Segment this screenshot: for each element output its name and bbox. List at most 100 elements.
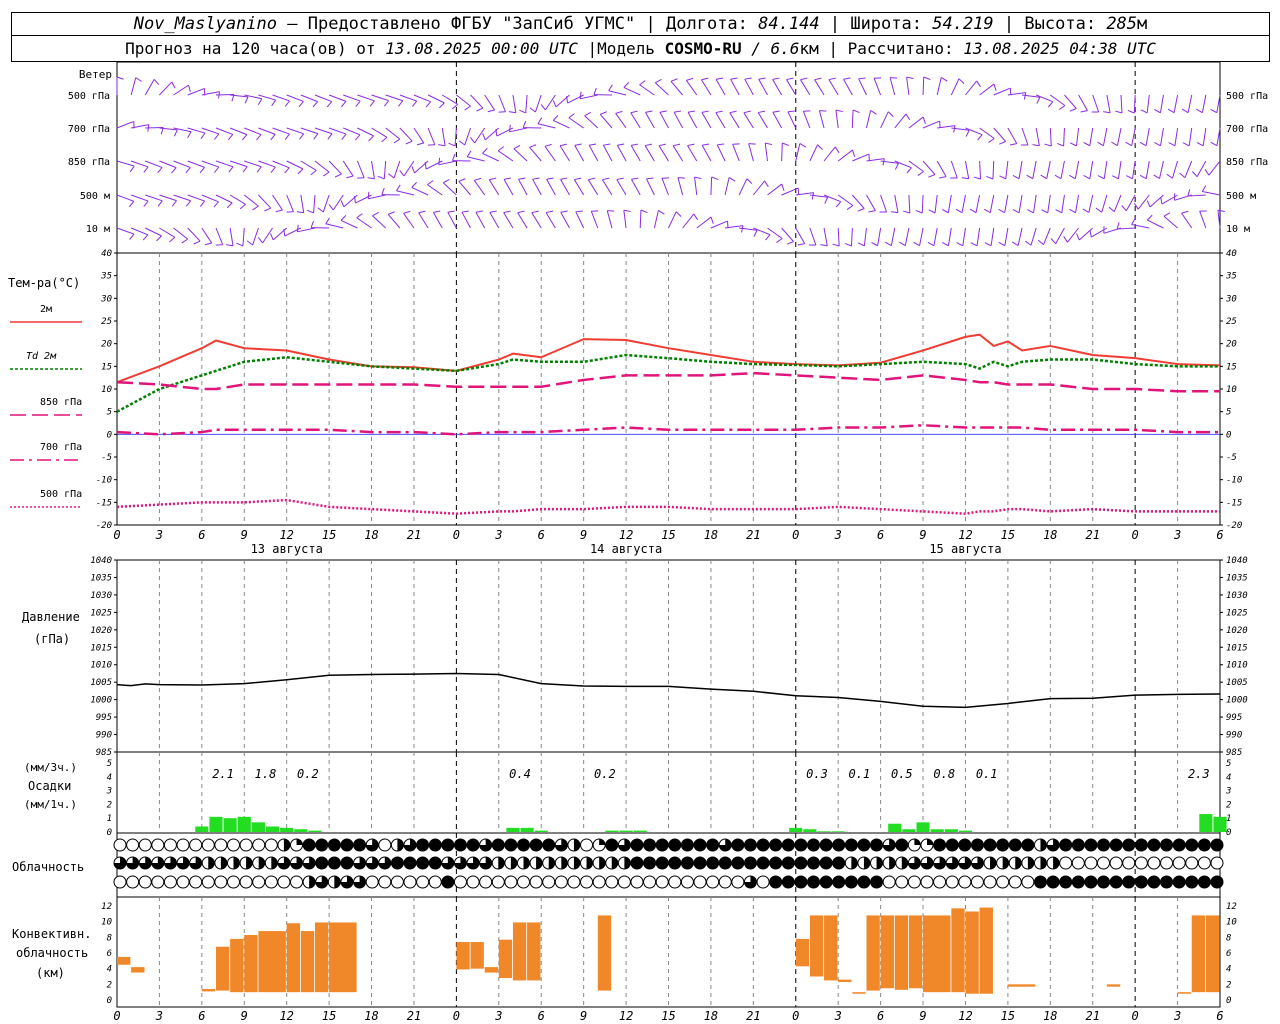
wind-barb-flag — [252, 205, 259, 211]
wind-barb-flag — [764, 180, 769, 188]
wind-barb-flag — [326, 101, 333, 108]
cloud-circle — [1021, 875, 1035, 889]
wind-barb — [701, 145, 712, 162]
x-tick-label: 15 — [661, 528, 675, 542]
wind-barb — [372, 215, 387, 229]
wind-barb — [630, 145, 641, 162]
cloud-symbol — [1021, 856, 1035, 870]
wind-barb — [590, 211, 599, 229]
conv-bar — [908, 915, 923, 989]
x-tick-label-bottom: 21 — [746, 1009, 760, 1023]
precip-bar — [534, 830, 548, 832]
cloud-symbol — [996, 875, 1010, 889]
cloud-symbol — [630, 838, 644, 852]
cloud-circle — [1097, 856, 1111, 870]
wind-barb-flag — [552, 100, 557, 108]
conv-ytick-right: 0 — [1226, 996, 1231, 1006]
cloud-symbol — [643, 875, 657, 889]
cloud-fill — [523, 857, 530, 869]
wind-barb-flag — [1112, 175, 1119, 180]
cloud-symbol — [302, 856, 316, 870]
pressure-ytick: 1005 — [90, 678, 112, 688]
wind-barb-flag — [928, 174, 936, 178]
cloud-symbol — [226, 875, 240, 889]
wind-barb — [1043, 227, 1051, 245]
cloud-symbol — [189, 838, 203, 852]
wind-barb-flag — [871, 241, 878, 247]
wind-barb-flag — [416, 142, 424, 146]
precip-bar — [195, 826, 209, 832]
cloud-fill — [820, 857, 833, 869]
cloud-circle — [617, 875, 631, 889]
wind-barb — [670, 80, 684, 96]
wind-barb-flag — [546, 177, 554, 180]
precip-total-label: 0.3 — [806, 767, 828, 781]
pressure-ytick: 1040 — [90, 556, 112, 566]
wind-barb — [716, 144, 726, 162]
wind-barb-flag — [384, 100, 390, 107]
cloud-circle — [945, 875, 959, 889]
wind-barb — [475, 212, 486, 229]
cloud-fill — [794, 857, 807, 869]
wind-barb-flag — [1179, 172, 1186, 179]
cloud-symbol — [1210, 875, 1224, 889]
wind-barb-flag — [1012, 174, 1020, 180]
cloud-fill — [807, 876, 820, 888]
wind-barb-flag — [340, 215, 347, 221]
wind-barb — [645, 112, 655, 129]
precip-total-label: 0.2 — [594, 767, 616, 781]
cloud-fill — [611, 857, 618, 869]
cloud-fill — [889, 857, 896, 869]
wind-barb — [518, 178, 528, 196]
cloud-fill — [1027, 857, 1034, 869]
cloud-symbol — [781, 875, 795, 889]
cloud-fill — [656, 839, 669, 851]
wind-barb-flag — [574, 177, 582, 181]
cloud-fill — [757, 857, 770, 869]
cloud-symbol — [580, 875, 594, 889]
wind-barb — [767, 227, 783, 239]
cloud-fill — [820, 876, 833, 888]
x-tick-label: 0 — [1132, 528, 1139, 542]
cloud-circle — [970, 875, 984, 889]
wind-barb — [130, 77, 137, 96]
cloud-fill — [643, 839, 656, 851]
wind-barb-flag — [403, 210, 411, 214]
wind-barb — [1032, 160, 1037, 179]
wind-barb-flag — [142, 234, 149, 241]
cloud-fill — [769, 857, 782, 869]
wind-barb-flag — [843, 77, 851, 80]
temp-ytick-right: 20 — [1226, 340, 1237, 350]
cloud-symbol — [529, 875, 543, 889]
wind-barb — [537, 123, 556, 129]
cloud-symbol — [756, 875, 770, 889]
wind-barb-flag — [354, 134, 361, 141]
cloud-circle — [907, 875, 921, 889]
wind-barb — [300, 160, 317, 171]
cloud-circle — [226, 838, 240, 852]
wind-barb — [588, 144, 599, 162]
precip-ytick: 4 — [107, 773, 112, 783]
wind-barb — [858, 78, 867, 96]
wind-barb-flag — [1167, 108, 1175, 114]
cloud-circle — [277, 875, 291, 889]
cloud-symbol — [617, 875, 631, 889]
wind-barb — [187, 227, 201, 242]
wind-barb-flag — [411, 166, 416, 174]
wind-barb — [772, 79, 783, 96]
cloud-fill — [1072, 876, 1085, 888]
cloud-symbol — [882, 875, 896, 889]
wind-barb — [615, 113, 627, 129]
cloud-symbol — [1033, 856, 1047, 870]
cloud-circle — [554, 875, 568, 889]
wind-barb-flag — [976, 80, 981, 88]
wind-barb-flag — [1181, 210, 1189, 214]
cloud-fill — [857, 839, 870, 851]
cloud-fill — [1135, 839, 1148, 851]
wind-barb — [1089, 160, 1094, 179]
wind-barb — [979, 127, 995, 139]
temp-ytick: 30 — [100, 294, 112, 304]
wind-barb-flag — [381, 187, 385, 195]
wind-barb-flag — [246, 240, 253, 246]
wind-barb — [814, 79, 825, 96]
